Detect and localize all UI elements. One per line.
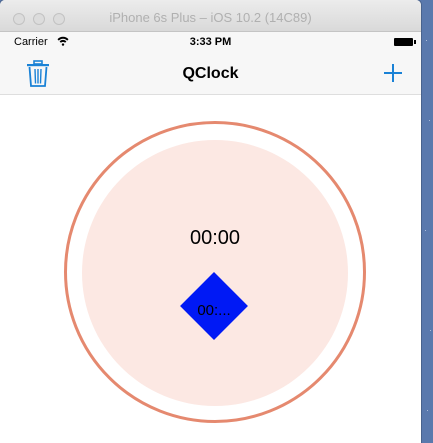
window-title: iPhone 6s Plus – iOS 10.2 (14C89) xyxy=(109,10,312,25)
status-time: 3:33 PM xyxy=(189,36,232,48)
battery-icon xyxy=(394,38,413,46)
simulator-window: iPhone 6s Plus – iOS 10.2 (14C89) Carrie… xyxy=(0,0,421,443)
clock-view: 00:00 00:... xyxy=(0,95,421,443)
window-titlebar: iPhone 6s Plus – iOS 10.2 (14C89) xyxy=(0,0,421,32)
main-time-label: 00:00 xyxy=(189,227,241,249)
plus-icon xyxy=(384,64,402,82)
battery-tip xyxy=(414,40,416,44)
page-title: QClock xyxy=(182,65,239,82)
status-bar: Carrier 3:33 PM xyxy=(0,32,421,52)
navigation-bar: QClock xyxy=(0,52,421,95)
add-button[interactable] xyxy=(381,61,405,85)
